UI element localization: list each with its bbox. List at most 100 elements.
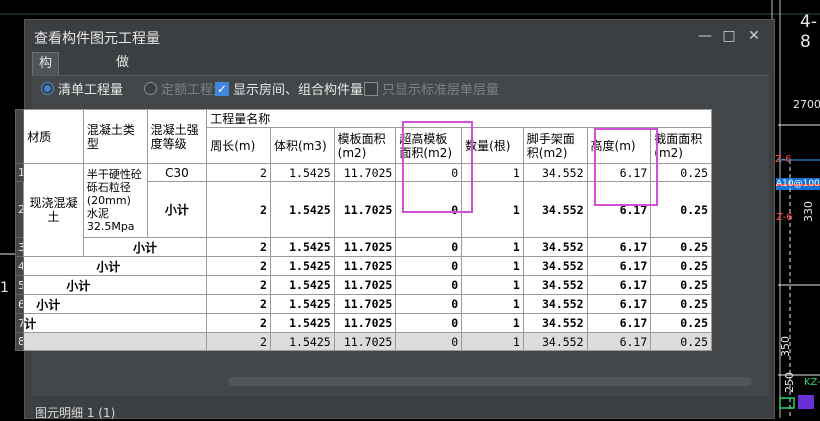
tab-method-quantity[interactable]: 做法工程量 <box>110 52 135 158</box>
table-row[interactable]: 3 小计 2 1.5425 11.7025 0 1 34.552 6.17 0.… <box>14 237 712 257</box>
table-cell[interactable]: 0 <box>395 294 463 314</box>
table-cell[interactable]: 6.17 <box>586 181 652 238</box>
table-cell[interactable]: 0 <box>395 256 463 276</box>
table-cell[interactable]: 1 <box>461 275 524 295</box>
table-cell[interactable]: 0 <box>395 181 463 238</box>
cell-total-label[interactable]: 计 <box>23 313 208 333</box>
col-header-volume[interactable]: 体积(m3) <box>269 127 335 164</box>
table-row[interactable]: 6 小计 2 1.5425 11.7025 0 1 34.552 6.17 0.… <box>14 294 712 314</box>
table-cell[interactable]: 6.17 <box>586 294 652 314</box>
table-cell[interactable]: 1 <box>461 294 524 314</box>
table-cell[interactable]: 0 <box>395 332 463 351</box>
col-header-concrete-grade[interactable]: 混凝土强度等级 <box>146 109 208 164</box>
table-cell[interactable]: 1 <box>461 332 524 351</box>
table-cell[interactable]: 2 <box>206 163 271 182</box>
table-cell[interactable]: 0.25 <box>650 256 712 276</box>
close-button[interactable]: ✕ <box>745 27 763 45</box>
table-row[interactable]: 1 现浇混凝土 半干硬性砼砾石粒径(20mm) 水泥32.5Mpa C30 2 … <box>14 163 712 257</box>
table-cell[interactable]: 34.552 <box>522 275 588 295</box>
table-cell[interactable]: 1.5425 <box>269 163 335 182</box>
table-cell[interactable]: 0.25 <box>650 332 712 351</box>
table-cell[interactable]: 0 <box>395 275 463 295</box>
table-cell[interactable]: 1.5425 <box>269 181 335 238</box>
cell-subtotal-label[interactable]: 小计 <box>23 294 208 314</box>
table-cell[interactable]: 34.552 <box>522 313 588 333</box>
table-cell[interactable]: 1 <box>461 181 524 238</box>
table-cell[interactable]: 6.17 <box>586 332 652 351</box>
table-row[interactable]: 4 小计 2 1.5425 11.7025 0 1 34.552 6.17 0.… <box>14 256 712 276</box>
dialog-titlebar[interactable]: 查看构件图元工程量 — □ ✕ <box>25 20 774 52</box>
checkbox-show-room-composite[interactable]: 显示房间、组合构件量 <box>215 80 363 100</box>
table-cell[interactable]: 11.7025 <box>333 332 397 351</box>
table-cell[interactable]: 1.5425 <box>269 256 335 276</box>
cell-material[interactable]: 现浇混凝土 <box>23 163 84 257</box>
table-cell[interactable]: 11.7025 <box>333 163 397 182</box>
table-cell[interactable]: 1 <box>461 237 524 257</box>
cell-subtotal-label[interactable]: 小计 <box>146 181 208 238</box>
table-cell[interactable]: 1.5425 <box>269 294 335 314</box>
table-cell[interactable]: 1.5425 <box>269 275 335 295</box>
table-cell[interactable]: 0.25 <box>650 313 712 333</box>
col-header-overheight-formwork[interactable]: 超高模板面积(m2) <box>395 127 463 164</box>
table-cell[interactable]: 34.552 <box>522 181 588 238</box>
table-cell[interactable]: 34.552 <box>522 294 588 314</box>
col-header-concrete-type[interactable]: 混凝土类型 <box>82 109 148 164</box>
table-cell[interactable]: 11.7025 <box>333 181 397 238</box>
table-row[interactable]: 5 小计 2 1.5425 11.7025 0 1 34.552 6.17 0.… <box>14 275 712 295</box>
table-cell[interactable]: 2 <box>206 181 271 238</box>
table-cell[interactable]: 1.5425 <box>269 313 335 333</box>
table-cell[interactable]: 2 <box>206 313 271 333</box>
col-header-section-area[interactable]: 截面面积(m2) <box>650 127 712 164</box>
cell-subtotal-label[interactable]: 小计 <box>23 256 208 276</box>
table-cell[interactable]: 34.552 <box>522 163 588 182</box>
table-row[interactable]: 8 2 1.5425 11.7025 0 1 34.552 6.17 0.25 <box>14 332 712 351</box>
table-cell[interactable]: 6.17 <box>586 237 652 257</box>
table-cell[interactable]: 11.7025 <box>333 294 397 314</box>
table-cell[interactable] <box>23 332 208 351</box>
table-cell[interactable]: 1 <box>461 256 524 276</box>
table-cell[interactable]: 0.25 <box>650 294 712 314</box>
table-cell[interactable]: 0.25 <box>650 237 712 257</box>
col-header-material[interactable]: 材质 <box>23 109 84 164</box>
cell-concrete-type[interactable]: 半干硬性砼砾石粒径(20mm) 水泥32.5Mpa <box>82 163 148 238</box>
table-cell[interactable]: 0.25 <box>650 181 712 238</box>
table-cell[interactable]: 0 <box>395 163 463 182</box>
col-header-scaffold-area[interactable]: 脚手架面积(m2) <box>522 127 588 164</box>
table-cell[interactable]: 6.17 <box>586 256 652 276</box>
col-header-perimeter[interactable]: 周长(m) <box>206 127 271 164</box>
table-row[interactable]: 7 计 2 1.5425 11.7025 0 1 34.552 6.17 0.2… <box>14 313 712 333</box>
table-cell[interactable]: 0 <box>395 313 463 333</box>
table-cell[interactable]: 1.5425 <box>269 237 335 257</box>
table-cell[interactable]: 11.7025 <box>333 237 397 257</box>
table-cell[interactable]: 0.25 <box>650 163 712 182</box>
table-cell[interactable]: 1.5425 <box>269 332 335 351</box>
table-cell[interactable]: 11.7025 <box>333 313 397 333</box>
table-cell[interactable]: 2 <box>206 256 271 276</box>
col-header-formwork-area[interactable]: 模板面积(m2) <box>333 127 397 164</box>
table-cell[interactable]: 0 <box>395 237 463 257</box>
table-cell[interactable]: 6.17 <box>586 313 652 333</box>
maximize-button[interactable]: □ <box>720 27 738 45</box>
table-cell[interactable]: 34.552 <box>522 256 588 276</box>
cell-subtotal-label[interactable]: 小计 <box>82 237 208 257</box>
table-cell[interactable]: 2 <box>206 275 271 295</box>
table-cell[interactable]: 1 <box>461 163 524 182</box>
table-cell[interactable]: 0.25 <box>650 275 712 295</box>
table-cell[interactable]: 11.7025 <box>333 256 397 276</box>
tab-component-quantity[interactable]: 构件工程量 <box>32 52 60 159</box>
table-cell[interactable]: 2 <box>206 332 271 351</box>
col-header-count[interactable]: 数量(根) <box>461 127 524 164</box>
table-cell[interactable]: 2 <box>206 294 271 314</box>
table-cell[interactable]: 11.7025 <box>333 275 397 295</box>
cell-subtotal-label[interactable]: 小计 <box>23 275 208 295</box>
table-cell[interactable]: 6.17 <box>586 163 652 182</box>
table-cell[interactable]: 34.552 <box>522 237 588 257</box>
table-cell[interactable]: 34.552 <box>522 332 588 351</box>
horizontal-scrollbar[interactable] <box>228 377 752 386</box>
table-cell[interactable]: 6.17 <box>586 275 652 295</box>
radio-bill-quantity[interactable]: 清单工程量 <box>41 82 123 100</box>
col-header-height[interactable]: 高度(m) <box>586 127 652 164</box>
table-cell[interactable]: 2 <box>206 237 271 257</box>
cell-concrete-grade[interactable]: C30 <box>146 163 208 182</box>
minimize-button[interactable]: — <box>696 27 714 45</box>
